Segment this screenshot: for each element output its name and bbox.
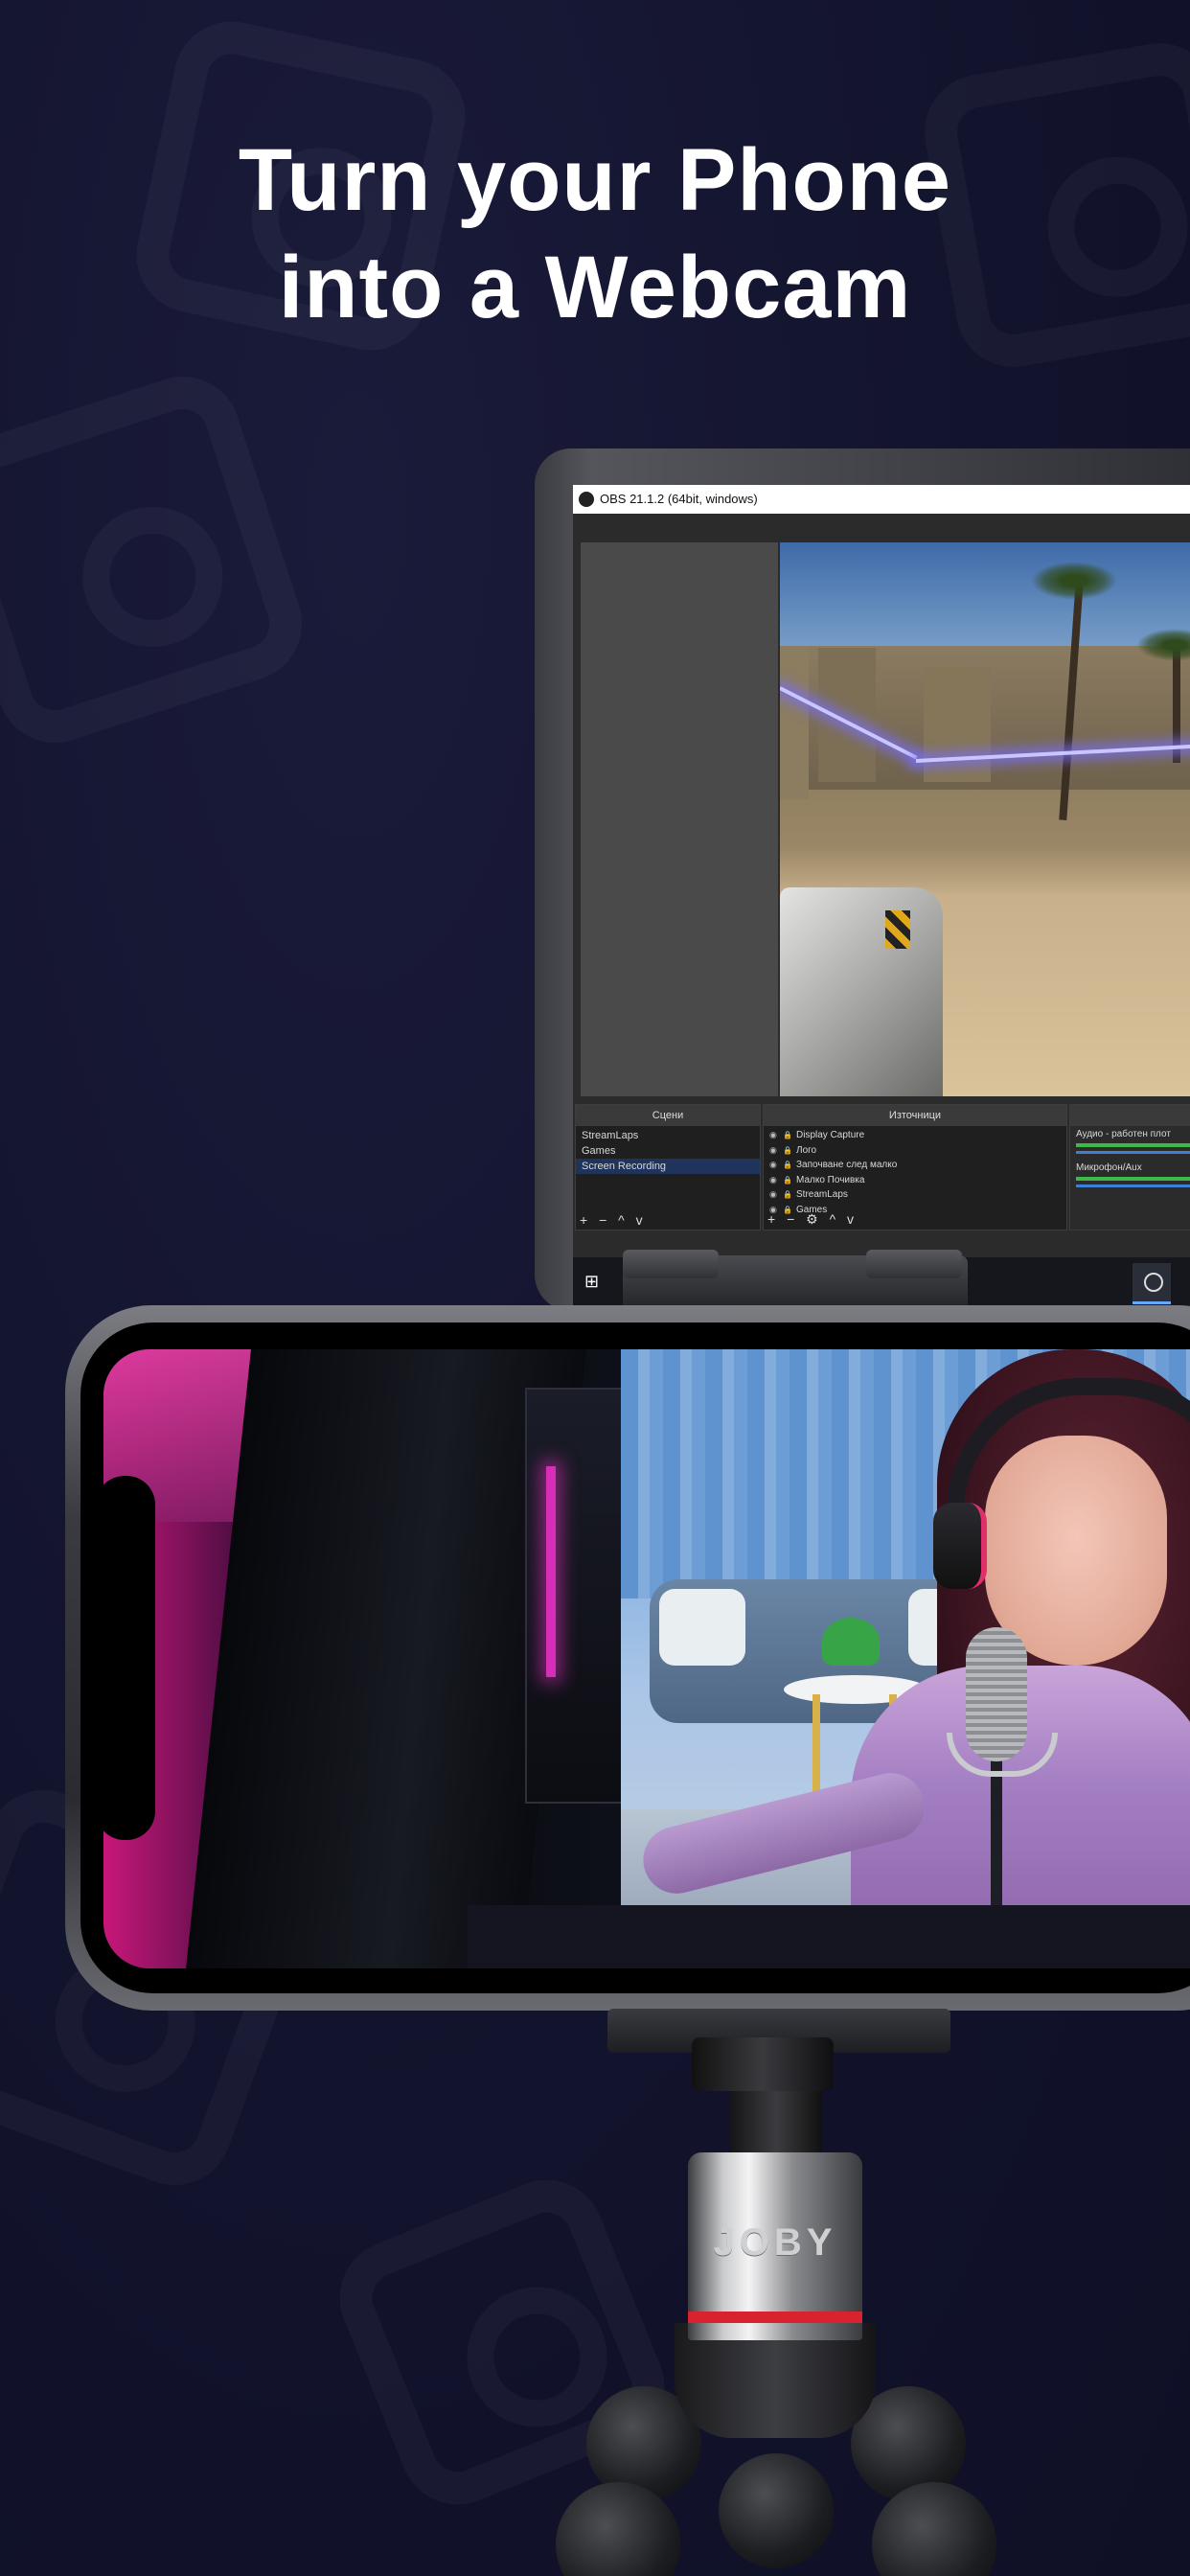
tripod-base xyxy=(675,2323,876,2438)
desk xyxy=(468,1905,1190,1968)
source-label: StreamLaps xyxy=(796,1189,848,1200)
mixer-track-mic: Микрофон/Aux xyxy=(1076,1162,1142,1173)
preview-pillar xyxy=(780,646,809,799)
obs-window: OBS 21.1.2 (64bit, windows) Сцени Stream… xyxy=(573,485,1190,1305)
eye-icon[interactable]: ◉ xyxy=(769,1158,783,1173)
tripod-leg-joint xyxy=(719,2453,834,2568)
source-item[interactable]: ◉ 🔒 StreamLaps xyxy=(764,1187,1066,1203)
sources-panel: Източници ◉ 🔒 Display Capture ◉ 🔒 Лого ◉ 🔒 Започ… xyxy=(763,1104,1067,1230)
obs-titlebar: OBS 21.1.2 (64bit, windows) xyxy=(573,485,1190,514)
volume-slider[interactable] xyxy=(1076,1151,1190,1154)
eye-icon[interactable]: ◉ xyxy=(769,1173,783,1188)
scene-item[interactable]: Games xyxy=(576,1143,760,1159)
headline-line-1: Turn your Phone xyxy=(238,131,952,229)
background-camera-icon xyxy=(0,361,317,757)
obs-menubar xyxy=(573,514,1190,535)
clamp-tab xyxy=(623,1250,719,1278)
eye-icon[interactable]: ◉ xyxy=(769,1187,783,1203)
game-preview xyxy=(780,542,1190,1096)
audio-mixer-panel: Аудио - работен плот Микрофон/Aux xyxy=(1069,1104,1190,1230)
phone-camera-view xyxy=(103,1349,1190,1968)
source-label: Започване след малко xyxy=(796,1160,898,1170)
plant xyxy=(822,1618,880,1666)
audio-meter xyxy=(1076,1177,1190,1181)
obs-window-title: OBS 21.1.2 (64bit, windows) xyxy=(600,492,758,506)
preview-pillar xyxy=(818,648,876,782)
mixer-tracks: Аудио - работен плот Микрофон/Aux xyxy=(1070,1128,1190,1191)
weapon xyxy=(780,887,943,1096)
obs-taskbar-icon[interactable] xyxy=(1133,1263,1171,1304)
source-tools[interactable]: + − ⚙ ^ v xyxy=(767,1211,858,1228)
eye-icon[interactable]: ◉ xyxy=(769,1128,783,1143)
source-label: Лого xyxy=(796,1144,817,1156)
tripod-red-ring xyxy=(688,2312,862,2323)
scene-item[interactable]: Screen Recording xyxy=(576,1159,760,1174)
lock-icon[interactable]: 🔒 xyxy=(783,1187,796,1203)
source-item[interactable]: ◉ 🔒 Display Capture xyxy=(764,1128,1066,1143)
weapon-stripe xyxy=(885,910,910,949)
phone-notch xyxy=(96,1476,155,1840)
microphone xyxy=(966,1627,1027,1761)
scene-item[interactable]: StreamLaps xyxy=(576,1128,760,1143)
scenes-header: Сцени xyxy=(576,1105,760,1126)
source-label: Display Capture xyxy=(796,1130,865,1140)
clamp-tab xyxy=(866,1250,962,1278)
headset-earcup xyxy=(933,1503,987,1589)
palm-leaves xyxy=(1031,562,1117,600)
obs-logo-icon xyxy=(579,492,594,507)
app-store-screenshot: Turn your Phone into a Webcam OBS 21.1.2… xyxy=(0,0,1190,2576)
phone-clamp xyxy=(623,1250,968,1311)
mixer-track-desktop: Аудио - работен плот xyxy=(1076,1129,1171,1139)
lock-icon[interactable]: 🔒 xyxy=(783,1128,796,1143)
pillow xyxy=(659,1589,745,1666)
tripod-knob xyxy=(692,2037,834,2091)
scenes-panel: Сцени StreamLaps Games Screen Recording + … xyxy=(575,1104,761,1230)
scene-tools[interactable]: + − ^ v xyxy=(580,1212,647,1228)
scene-list: StreamLaps Games Screen Recording xyxy=(576,1128,760,1174)
preview-empty-area xyxy=(581,542,778,1096)
rgb-light xyxy=(546,1466,556,1677)
windows-logo-icon[interactable]: ⊞ xyxy=(584,1273,602,1290)
lock-icon[interactable]: 🔒 xyxy=(783,1173,796,1188)
headline-line-2: into a Webcam xyxy=(278,239,912,336)
obs-logo-icon xyxy=(1144,1273,1163,1292)
eye-icon[interactable]: ◉ xyxy=(769,1143,783,1159)
mixer-header xyxy=(1070,1105,1190,1126)
audio-meter xyxy=(1076,1143,1190,1147)
source-item[interactable]: ◉ 🔒 Лого xyxy=(764,1143,1066,1159)
source-item[interactable]: ◉ 🔒 Започване след малко xyxy=(764,1158,1066,1173)
volume-slider[interactable] xyxy=(1076,1184,1190,1187)
laptop-screen: OBS 21.1.2 (64bit, windows) Сцени Stream… xyxy=(573,485,1190,1305)
lock-icon[interactable]: 🔒 xyxy=(783,1158,796,1173)
source-label: Малко Почивка xyxy=(796,1174,865,1185)
source-list: ◉ 🔒 Display Capture ◉ 🔒 Лого ◉ 🔒 Започване след … xyxy=(764,1128,1066,1217)
tripod-neck xyxy=(730,2091,822,2156)
preview-pillar xyxy=(924,667,991,782)
source-item[interactable]: ◉ 🔒 Малко Почивка xyxy=(764,1173,1066,1188)
lock-icon[interactable]: 🔒 xyxy=(783,1143,796,1159)
tripod-brand: JOBY xyxy=(713,2221,837,2264)
sources-header: Източници xyxy=(764,1105,1066,1126)
